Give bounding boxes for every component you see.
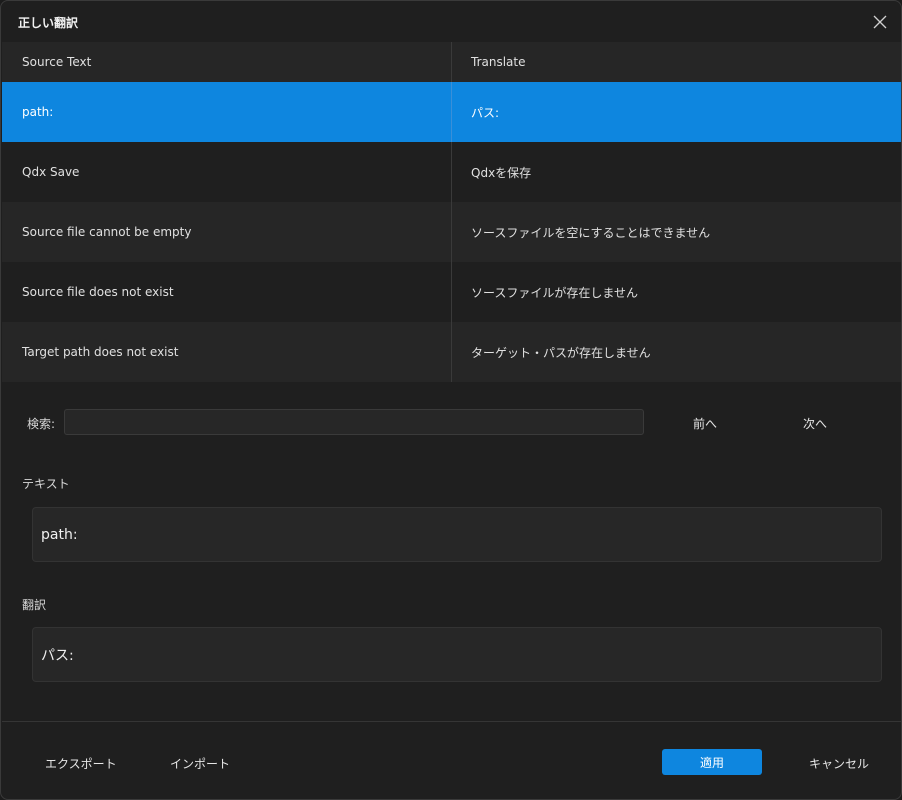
table-row[interactable]: Source file cannot be empty ソースファイルを空にする… bbox=[2, 202, 901, 262]
close-icon bbox=[873, 15, 887, 29]
cancel-button[interactable]: キャンセル bbox=[809, 755, 869, 772]
source-cell: Source file does not exist bbox=[2, 262, 452, 322]
source-text-value: path: bbox=[41, 526, 78, 543]
search-input[interactable] bbox=[64, 409, 644, 435]
table-row[interactable]: path: パス: bbox=[2, 82, 901, 142]
translate-cell: ターゲット・パスが存在しません bbox=[471, 345, 651, 360]
table-row[interactable]: Target path does not exist ターゲット・パスが存在しま… bbox=[2, 322, 901, 382]
table-header: Source Text Translate bbox=[2, 42, 901, 82]
translate-cell: Qdxを保存 bbox=[471, 165, 532, 180]
previous-button[interactable]: 前へ bbox=[693, 415, 717, 432]
table-row[interactable]: Qdx Save Qdxを保存 bbox=[2, 142, 901, 202]
footer-divider bbox=[2, 721, 901, 722]
translation-value: パス: bbox=[41, 647, 74, 664]
translation-label: 翻訳 bbox=[22, 598, 47, 612]
close-button[interactable] bbox=[867, 9, 893, 35]
translate-cell: ソースファイルを空にすることはできません bbox=[471, 225, 711, 240]
text-label: テキスト bbox=[22, 477, 70, 491]
import-button[interactable]: インポート bbox=[170, 755, 230, 772]
translation-dialog: 正しい翻訳 Source Text Translate path: パス: Qd… bbox=[0, 0, 902, 800]
translate-cell: パス: bbox=[471, 105, 500, 120]
search-label: 検索: bbox=[27, 417, 56, 431]
translation-table: Source Text Translate path: パス: Qdx Save… bbox=[2, 42, 901, 382]
table-row[interactable]: Source file does not exist ソースファイルが存在しませ… bbox=[2, 262, 901, 322]
translation-field[interactable]: パス: bbox=[32, 627, 882, 682]
header-source-text[interactable]: Source Text bbox=[2, 42, 452, 82]
source-cell: Qdx Save bbox=[2, 142, 452, 202]
dialog-title: 正しい翻訳 bbox=[18, 16, 79, 30]
translate-cell: ソースファイルが存在しません bbox=[471, 285, 639, 300]
apply-button[interactable]: 適用 bbox=[662, 749, 762, 775]
title-bar: 正しい翻訳 bbox=[1, 1, 901, 42]
source-cell: path: bbox=[2, 82, 452, 142]
export-button[interactable]: エクスポート bbox=[45, 755, 117, 772]
next-button[interactable]: 次へ bbox=[803, 415, 827, 432]
header-translate[interactable]: Translate bbox=[452, 42, 901, 82]
source-cell: Target path does not exist bbox=[2, 322, 452, 382]
source-text-field[interactable]: path: bbox=[32, 507, 882, 562]
source-cell: Source file cannot be empty bbox=[2, 202, 452, 262]
